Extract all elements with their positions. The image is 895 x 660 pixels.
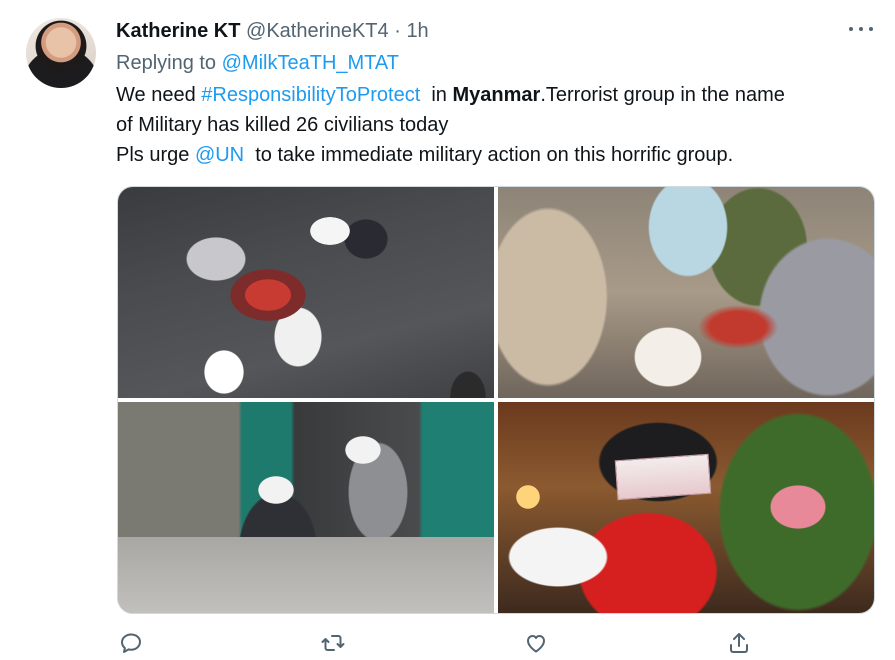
tweet-line-2: of Military has killed 26 civilians toda… <box>116 114 449 136</box>
hashtag-link[interactable]: #ResponsibilityToProtect <box>201 84 420 106</box>
separator: · <box>394 20 401 42</box>
more-icon[interactable] <box>848 22 874 36</box>
tweet-line-3: Pls urge @UN to take immediate military … <box>116 140 785 170</box>
media-image-2[interactable] <box>498 187 874 398</box>
tweet-header: Katherine KT @KatherineKT4 · 1h <box>116 16 429 46</box>
replying-to: Replying to @MilkTeaTH_MTAT <box>116 48 399 78</box>
bold-text: Myanmar <box>452 84 541 106</box>
media-image-1[interactable] <box>118 187 494 398</box>
media-image-4[interactable] <box>498 402 874 613</box>
author-handle[interactable]: @KatherineKT4 <box>246 20 389 42</box>
text-segment: to take immediate military action on thi… <box>244 144 734 166</box>
text-segment: Pls urge <box>116 144 195 166</box>
text-segment: in <box>420 84 453 106</box>
tweet-line-1: We need #ResponsibilityToProtect in Myan… <box>116 80 785 110</box>
tweet-text: We need #ResponsibilityToProtect in Myan… <box>116 80 785 170</box>
reply-icon[interactable] <box>119 631 145 657</box>
media-image-3[interactable] <box>118 402 494 613</box>
action-bar <box>0 629 895 658</box>
reply-mention-link[interactable]: @MilkTeaTH_MTAT <box>222 52 399 74</box>
timestamp[interactable]: 1h <box>406 20 428 42</box>
mention-link[interactable]: @UN <box>195 144 244 166</box>
media-grid <box>117 186 875 614</box>
avatar[interactable] <box>26 18 96 88</box>
replying-to-label: Replying to <box>116 52 217 74</box>
tweet: Katherine KT @KatherineKT4 · 1h Replying… <box>0 0 895 658</box>
share-icon[interactable] <box>727 631 753 657</box>
text-segment: .Terrorist group in the name <box>540 84 785 106</box>
retweet-icon[interactable] <box>321 631 347 657</box>
text-segment: We need <box>116 84 202 106</box>
author-name[interactable]: Katherine KT <box>116 20 240 42</box>
like-icon[interactable] <box>524 631 550 657</box>
